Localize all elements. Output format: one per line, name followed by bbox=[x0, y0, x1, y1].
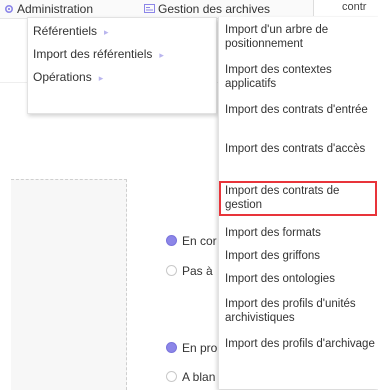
radio-unchecked-icon bbox=[166, 265, 177, 277]
menu-item-label: Référentiels bbox=[33, 24, 98, 38]
submenu-item-arbre-positionnement[interactable]: Import d'un arbre de positionnement bbox=[219, 23, 378, 51]
search-input[interactable]: contr bbox=[313, 0, 378, 16]
radio-checked-icon bbox=[166, 235, 177, 247]
menu-item-label: Opérations bbox=[33, 70, 92, 84]
submenu-item-contrats-gestion[interactable]: Import des contrats de gestion bbox=[219, 181, 377, 216]
submenu-item-profils-unites[interactable]: Import des profils d'unités archivistiqu… bbox=[219, 297, 378, 325]
radio-option-label: A blan bbox=[182, 370, 216, 384]
radio-checked-icon bbox=[166, 342, 177, 354]
radio-option-1[interactable]: En cor bbox=[166, 233, 217, 249]
radio-option-label: Pas à bbox=[182, 264, 213, 278]
radio-option-label: En pro bbox=[182, 341, 218, 355]
nav-gestion-label: Gestion des archives bbox=[158, 2, 271, 16]
gear-icon bbox=[4, 4, 14, 13]
menu-item-label: Import des référentiels bbox=[33, 47, 153, 61]
submenu-item-contextes-applicatifs[interactable]: Import des contextes applicatifs bbox=[219, 63, 378, 91]
menu-item-operations[interactable]: Opérations ▸ bbox=[33, 68, 103, 86]
administration-dropdown: Référentiels ▸ Import des référentiels ▸ O… bbox=[27, 17, 217, 114]
radio-option-4[interactable]: A blan bbox=[166, 369, 215, 385]
submenu-item-griffons[interactable]: Import des griffons bbox=[219, 249, 378, 263]
radio-option-2[interactable]: Pas à bbox=[166, 263, 213, 279]
chevron-right-icon: ▸ bbox=[159, 50, 164, 60]
chevron-right-icon: ▸ bbox=[98, 73, 104, 83]
import-referentiels-submenu: Import d'un arbre de positionnement Impo… bbox=[218, 17, 378, 389]
nav-gestion-archives[interactable]: Gestion des archives bbox=[144, 2, 270, 16]
radio-option-label: En cor bbox=[182, 234, 217, 248]
side-panel bbox=[11, 179, 127, 390]
nav-administration[interactable]: Administration bbox=[4, 2, 93, 16]
menu-item-import-referentiels[interactable]: Import des référentiels ▸ bbox=[33, 45, 164, 63]
archive-icon bbox=[144, 4, 155, 14]
radio-unchecked-icon bbox=[166, 371, 177, 383]
submenu-item-contrats-entree[interactable]: Import des contrats d'entrée bbox=[219, 103, 378, 117]
nav-administration-label: Administration bbox=[17, 2, 94, 16]
submenu-item-formats[interactable]: Import des formats bbox=[219, 226, 378, 240]
radio-option-3[interactable]: En pro bbox=[166, 340, 217, 356]
chevron-right-icon: ▸ bbox=[104, 27, 109, 37]
submenu-item-profils-archivage[interactable]: Import des profils d'archivage bbox=[219, 337, 378, 351]
submenu-item-contrats-acces[interactable]: Import des contrats d'accès bbox=[219, 142, 378, 156]
submenu-item-ontologies[interactable]: Import des ontologies bbox=[219, 272, 378, 286]
menu-item-referentiels[interactable]: Référentiels ▸ bbox=[33, 22, 109, 40]
